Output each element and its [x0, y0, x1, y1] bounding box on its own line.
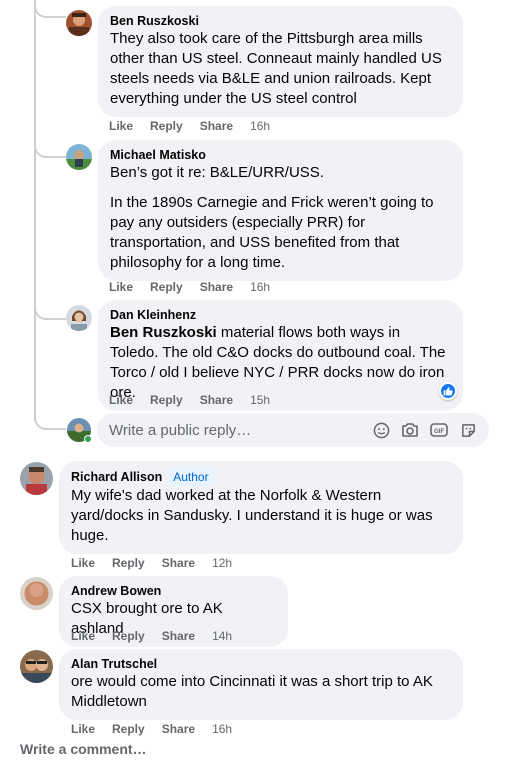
comment-author[interactable]: Ben Ruszkoski — [110, 13, 451, 29]
comment-bubble: Ben Ruszkoski They also took care of the… — [98, 6, 463, 117]
comment-bubble: Michael Matisko Ben’s got it re: B&LE/UR… — [98, 140, 463, 281]
author-name[interactable]: Alan Trutschel — [71, 656, 157, 672]
avatar[interactable] — [20, 577, 53, 610]
comment-timestamp[interactable]: 16h — [250, 280, 270, 294]
author-name[interactable]: Ben Ruszkoski — [110, 13, 199, 29]
user-mention[interactable]: Ben Ruszkoski — [110, 324, 217, 341]
reply-button[interactable]: Reply — [112, 556, 145, 570]
comment-timestamp[interactable]: 16h — [250, 119, 270, 133]
avatar[interactable] — [20, 650, 53, 683]
comment-paragraph: In the 1890s Carnegie and Frick weren’t … — [110, 194, 434, 271]
comment-actions: Like Reply Share 12h — [71, 556, 232, 570]
comment-author[interactable]: Michael Matisko — [110, 147, 451, 163]
comment-text: ore would come into Cincinnati it was a … — [71, 672, 451, 712]
comment-paragraph: They also took care of the Pittsburgh ar… — [110, 30, 442, 107]
comment-author[interactable]: Richard Allison Author — [71, 468, 451, 486]
comment-timestamp[interactable]: 16h — [212, 722, 232, 736]
sticker-icon[interactable] — [459, 421, 477, 439]
reply-button[interactable]: Reply — [112, 629, 145, 643]
write-comment-link[interactable]: Write a comment… — [20, 741, 147, 757]
comment-bubble: Richard Allison Author My wife's dad work… — [59, 461, 463, 554]
thread-connector — [34, 0, 66, 18]
online-status-icon — [84, 435, 92, 443]
comment-paragraph: ore would come into Cincinnati it was a … — [71, 673, 433, 710]
camera-icon[interactable] — [401, 421, 419, 439]
like-button[interactable]: Like — [71, 629, 95, 643]
thread-connector — [34, 400, 66, 430]
comment-text: My wife's dad worked at the Norfolk & We… — [71, 486, 451, 546]
author-name[interactable]: Michael Matisko — [110, 147, 206, 163]
comment-author[interactable]: Dan Kleinhenz — [110, 307, 451, 323]
comment-paragraph: Ben’s got it re: B&LE/URR/USS. — [110, 164, 324, 181]
share-button[interactable]: Share — [200, 280, 233, 294]
like-button[interactable]: Like — [109, 280, 133, 294]
comment-text: Ben Ruszkoski material flows both ways i… — [110, 323, 451, 403]
like-button[interactable]: Like — [109, 393, 133, 407]
like-button[interactable]: Like — [109, 119, 133, 133]
thread-connector — [34, 290, 66, 320]
reply-button[interactable]: Reply — [150, 393, 183, 407]
author-name[interactable]: Andrew Bowen — [71, 583, 161, 599]
comment-text: Ben’s got it re: B&LE/URR/USS. In the 18… — [110, 163, 451, 273]
avatar[interactable] — [20, 462, 53, 495]
author-name[interactable]: Dan Kleinhenz — [110, 307, 196, 323]
svg-text:GIF: GIF — [434, 429, 444, 435]
comment-actions: Like Reply Share 16h — [109, 119, 270, 133]
share-button[interactable]: Share — [162, 629, 195, 643]
comment-bubble: Alan Trutschel ore would come into Cinci… — [59, 649, 463, 720]
reply-composer: GIF — [97, 413, 489, 447]
avatar[interactable] — [66, 10, 92, 36]
share-button[interactable]: Share — [200, 393, 233, 407]
like-reaction-icon[interactable] — [439, 382, 457, 400]
thread-line-outer — [34, 0, 36, 410]
reply-button[interactable]: Reply — [150, 119, 183, 133]
comment-actions: Like Reply Share 16h — [109, 280, 270, 294]
reply-input[interactable] — [109, 421, 372, 439]
share-button[interactable]: Share — [200, 119, 233, 133]
comment-timestamp[interactable]: 15h — [250, 393, 270, 407]
comment-author[interactable]: Alan Trutschel — [71, 656, 451, 672]
author-name[interactable]: Richard Allison — [71, 469, 162, 485]
comment-timestamp[interactable]: 14h — [212, 629, 232, 643]
gif-icon[interactable]: GIF — [430, 421, 448, 439]
comment-paragraph: My wife's dad worked at the Norfolk & We… — [71, 487, 433, 544]
comment-actions: Like Reply Share 14h — [71, 629, 232, 643]
avatar[interactable] — [66, 144, 92, 170]
author-badge: Author — [168, 468, 214, 486]
avatar[interactable] — [66, 305, 92, 331]
comment-timestamp[interactable]: 12h — [212, 556, 232, 570]
share-button[interactable]: Share — [162, 556, 195, 570]
emoji-icon[interactable] — [372, 421, 390, 439]
thread-connector — [34, 128, 66, 158]
comment-actions: Like Reply Share 15h — [109, 393, 270, 407]
share-button[interactable]: Share — [162, 722, 195, 736]
composer-icons: GIF — [372, 421, 477, 439]
reply-button[interactable]: Reply — [150, 280, 183, 294]
comment-author[interactable]: Andrew Bowen — [71, 583, 276, 599]
like-button[interactable]: Like — [71, 556, 95, 570]
reply-button[interactable]: Reply — [112, 722, 145, 736]
comment-text: They also took care of the Pittsburgh ar… — [110, 29, 451, 109]
like-button[interactable]: Like — [71, 722, 95, 736]
comment-actions: Like Reply Share 16h — [71, 722, 232, 736]
